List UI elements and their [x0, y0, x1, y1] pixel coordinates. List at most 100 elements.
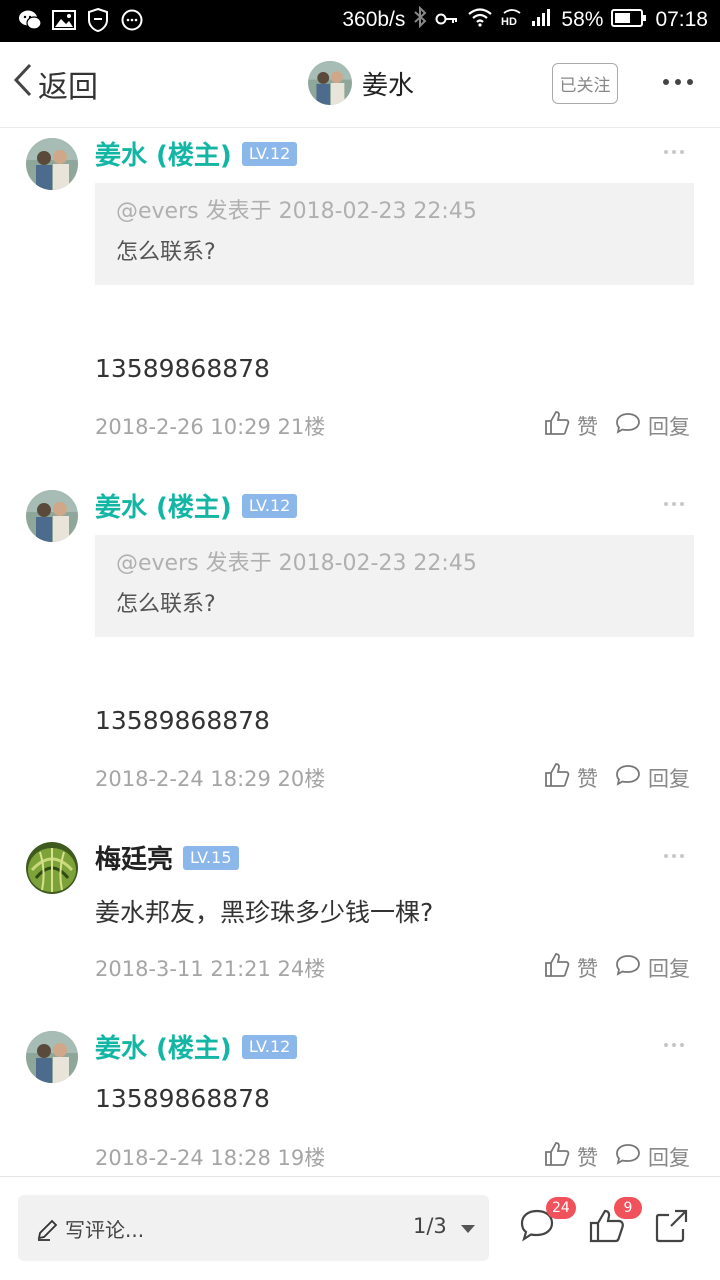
comment-content: 13589868878 — [95, 354, 270, 383]
comment-bubble-icon — [614, 410, 642, 441]
username[interactable]: 姜水 (楼主) — [95, 1028, 232, 1065]
quote-text: 怎么联系? — [116, 592, 216, 617]
username[interactable]: 姜水 (楼主) — [95, 487, 232, 524]
thumbs-up-icon — [543, 951, 571, 984]
reply-label: 回复 — [648, 414, 690, 439]
comment-bubble-icon — [614, 1141, 642, 1172]
follow-button[interactable]: 已关注 — [552, 63, 618, 104]
reply-button[interactable]: 回复 — [614, 762, 690, 793]
pencil-icon — [36, 1217, 60, 1245]
avatar[interactable] — [308, 61, 352, 105]
thumbs-up-icon — [543, 409, 571, 442]
username[interactable]: 姜水 (楼主) — [95, 135, 232, 172]
clock: 07:18 — [655, 7, 708, 31]
comment-content: 姜水邦友，黑珍珠多少钱一棵? — [95, 898, 434, 927]
more-options-icon[interactable] — [660, 72, 696, 92]
username-row: 姜水 (楼主) LV.12 — [95, 1028, 298, 1065]
comments-count-badge: 24 — [546, 1197, 576, 1219]
svg-text:HD: HD — [501, 16, 517, 27]
like-button[interactable]: 赞 — [543, 951, 598, 984]
post-more-icon[interactable] — [664, 499, 688, 509]
gallery-icon — [52, 8, 76, 32]
reply-button[interactable]: 回复 — [614, 410, 690, 441]
reply-label: 回复 — [648, 956, 690, 981]
back-button[interactable]: 返回 — [12, 62, 98, 106]
like-button[interactable]: 赞 — [543, 1140, 598, 1173]
quote-meta: @evers 发表于 2018-02-23 22:45 — [116, 551, 477, 576]
share-button[interactable] — [653, 1207, 693, 1247]
status-bar: 360b/s HD 58% 07:18 — [0, 0, 720, 42]
comment-bubble-icon — [614, 762, 642, 793]
reply-label: 回复 — [648, 766, 690, 791]
quoted-comment[interactable]: @evers 发表于 2018-02-23 22:45 怎么联系? — [95, 535, 694, 637]
comment-actions: 赞 回复 — [543, 409, 690, 442]
quoted-comment[interactable]: @evers 发表于 2018-02-23 22:45 怎么联系? — [95, 183, 694, 285]
like-label: 赞 — [577, 414, 598, 439]
bluetooth-icon — [413, 5, 427, 33]
level-badge: LV.12 — [241, 493, 298, 518]
status-system: 360b/s HD 58% 07:18 — [342, 5, 708, 33]
comment-timestamp: 2018-2-24 18:29 20楼 — [95, 767, 326, 791]
battery-percent: 58% — [561, 7, 604, 31]
comment-actions: 赞 回复 — [543, 1140, 690, 1173]
comment-timestamp: 2018-2-24 18:28 19楼 — [95, 1146, 326, 1170]
top-nav-bar: 返回 姜水 已关注 — [0, 42, 720, 128]
post-more-icon[interactable] — [664, 1040, 688, 1050]
avatar[interactable] — [26, 842, 78, 894]
comment-content: 13589868878 — [95, 1084, 270, 1113]
list-item: 姜水 (楼主) LV.12 13589868878 2018-2-24 18:2… — [0, 1022, 720, 1176]
signal-icon — [531, 7, 553, 32]
comment-actions: 赞 回复 — [543, 951, 690, 984]
net-speed: 360b/s — [342, 7, 406, 31]
like-post-button[interactable]: 9 — [588, 1197, 642, 1247]
quote-text: 怎么联系? — [116, 240, 216, 265]
thumbs-up-icon — [543, 1140, 571, 1173]
list-item: 梅廷亮 LV.15 姜水邦友，黑珍珠多少钱一棵? 2018-3-11 21:21… — [0, 833, 720, 1022]
comment-actions: 赞 回复 — [543, 761, 690, 794]
avatar[interactable] — [26, 138, 78, 190]
username-row: 梅廷亮 LV.15 — [95, 839, 239, 876]
reply-label: 回复 — [648, 1145, 690, 1170]
level-badge: LV.12 — [241, 141, 298, 166]
battery-icon — [611, 8, 647, 32]
header-title: 姜水 — [362, 70, 415, 101]
post-more-icon[interactable] — [664, 147, 688, 157]
list-item: 姜水 (楼主) LV.12 @evers 发表于 2018-02-23 22:4… — [0, 481, 720, 833]
comment-placeholder: 写评论... — [65, 1218, 145, 1242]
comment-content: 13589868878 — [95, 706, 270, 735]
avatar[interactable] — [26, 1031, 78, 1083]
back-label: 返回 — [38, 70, 98, 105]
comment-bubble-icon — [614, 952, 642, 983]
like-label: 赞 — [577, 956, 598, 981]
thumbs-up-icon — [543, 761, 571, 794]
reply-button[interactable]: 回复 — [614, 1141, 690, 1172]
like-label: 赞 — [577, 1145, 598, 1170]
status-notifications — [18, 8, 144, 32]
like-button[interactable]: 赞 — [543, 761, 598, 794]
level-badge: LV.12 — [241, 1034, 298, 1059]
list-item: 姜水 (楼主) LV.12 @evers 发表于 2018-02-23 22:4… — [0, 129, 720, 481]
like-label: 赞 — [577, 766, 598, 791]
level-badge: LV.15 — [183, 845, 239, 870]
comment-timestamp: 2018-2-26 10:29 21楼 — [95, 415, 326, 439]
reply-button[interactable]: 回复 — [614, 952, 690, 983]
bottom-action-bar: 写评论... 1/3 24 9 — [0, 1176, 720, 1280]
avatar[interactable] — [26, 490, 78, 542]
page-indicator[interactable]: 1/3 — [413, 1214, 447, 1238]
header-user[interactable]: 姜水 — [308, 61, 414, 105]
comment-input[interactable]: 写评论... 1/3 — [18, 1195, 489, 1261]
caret-down-icon[interactable] — [461, 1225, 475, 1233]
post-more-icon[interactable] — [664, 851, 688, 861]
username-row: 姜水 (楼主) LV.12 — [95, 135, 298, 172]
username[interactable]: 梅廷亮 — [95, 839, 173, 876]
wifi-icon — [467, 7, 493, 32]
hd-icon: HD — [501, 7, 523, 32]
key-icon — [435, 8, 459, 32]
wechat-icon — [18, 8, 42, 32]
like-button[interactable]: 赞 — [543, 409, 598, 442]
comments-button[interactable]: 24 — [518, 1197, 576, 1247]
message-icon — [120, 8, 144, 32]
chevron-left-icon — [12, 62, 34, 106]
comment-feed[interactable]: 姜水 (楼主) LV.12 @evers 发表于 2018-02-23 22:4… — [0, 129, 720, 1176]
username-row: 姜水 (楼主) LV.12 — [95, 487, 298, 524]
